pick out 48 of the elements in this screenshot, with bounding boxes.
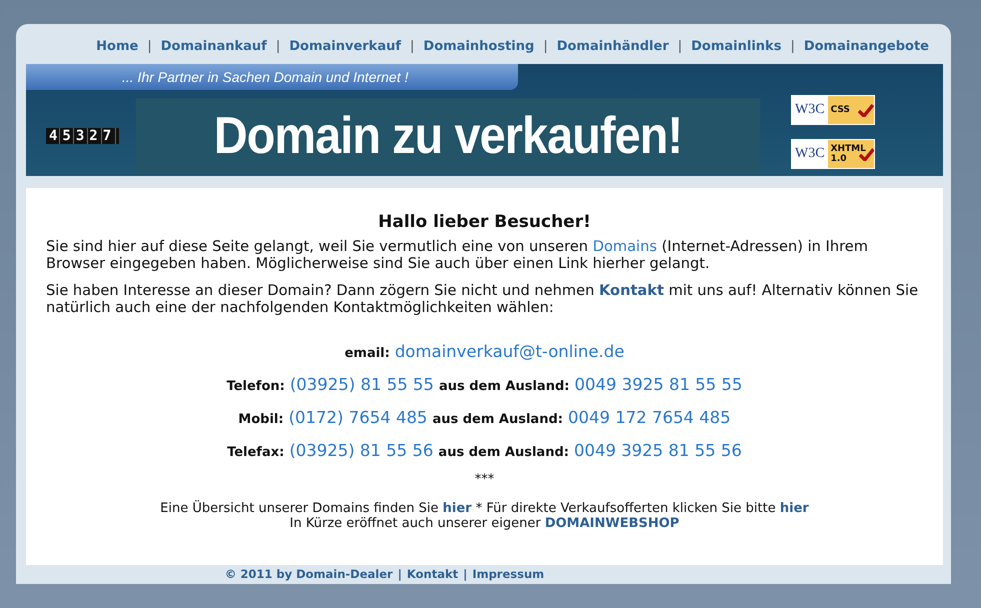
nav-separator: | [678,38,682,54]
contact-link[interactable]: 0049 3925 81 55 55 [574,375,742,394]
paragraph: Sie haben Interesse an dieser Domain? Dann zögern Sie nicht und nehmen Kontakt mit uns auf! Alternativ können Sie natürlich auch eine der nachfolgenden Kontaktmöglichkeiten wählen: [46,282,920,316]
nav-separator: | [410,38,414,54]
nav-link[interactable]: Domainhändler [556,38,669,54]
contact-link[interactable]: domainverkauf@t-online.de [394,342,624,361]
contact-link[interactable]: 0049 3925 81 55 56 [574,441,742,460]
nav-link[interactable]: Domainankauf [160,38,267,54]
contact-link[interactable]: (03925) 81 55 56 [289,441,434,460]
contact-label: Mobil: [238,412,284,427]
contact-label: aus dem Ausland: [438,379,570,394]
visitor-counter: 45327 [46,128,120,144]
inline-link[interactable]: hier [780,501,809,516]
checkmark-icon [858,103,874,117]
nav-link[interactable]: Home [96,38,138,54]
contact-link[interactable]: 0049 172 7654 485 [568,408,731,427]
headline: Domain zu verkaufen! [136,98,760,174]
nav-separator: | [147,38,152,54]
footer-link[interactable]: Kontakt [406,567,458,581]
contact-label: Telefax: [227,445,284,460]
footer-separator: | [463,567,468,581]
nav-separator: | [276,38,280,54]
inline-link[interactable]: Kontakt [598,282,664,299]
inline-link[interactable]: Domains [592,238,657,255]
contact-label: email: [344,346,390,361]
nav-separator: | [790,38,795,54]
nav-link[interactable]: Domainlinks [691,38,782,54]
footer-link[interactable]: Impressum [472,567,544,581]
nav-separator: | [543,38,548,54]
note-text: Eine Übersicht unserer Domains finden Sie hier * Für direkte Verkaufsofferten klicken Sie bitte hier [159,501,810,516]
nav-link[interactable]: Domainverkauf [289,38,402,54]
contact-label: aus dem Ausland: [432,412,563,427]
inline-link[interactable]: DOMAINWEBSHOP [544,516,680,531]
contact-label: Telefon: [226,379,285,394]
contact-link[interactable]: (0172) 7654 485 [288,408,428,427]
divider-text: *** [474,472,496,487]
inline-link[interactable]: hier [442,501,472,516]
slogan-bar: ... Ihr Partner in Sachen Domain und Internet ! [26,64,518,90]
validator-badge[interactable]: W3C CSS [791,95,875,125]
note-text: In Kürze eröffnet auch unserer eigener DOMAINWEBSHOP [288,516,680,531]
paragraph: Sie sind hier auf diese Seite gelangt, weil Sie vermutlich eine von unseren Domains (Internet-Adressen) in Ihrem Browser eingegeben haben. Möglicherweise sind Sie auch über einen Link hierher gelangt. [46,238,869,272]
nav-link[interactable]: Domainhosting [423,38,534,54]
footer-link[interactable]: © 2011 by Domain-Dealer [224,567,393,581]
contact-link[interactable]: (03925) 81 55 55 [290,375,434,394]
footer-separator: | [398,567,402,581]
heading: Hallo lieber Besucher! [377,212,592,232]
nav-link[interactable]: Domainangebote [804,38,929,54]
contact-label: aus dem Ausland: [438,445,569,460]
